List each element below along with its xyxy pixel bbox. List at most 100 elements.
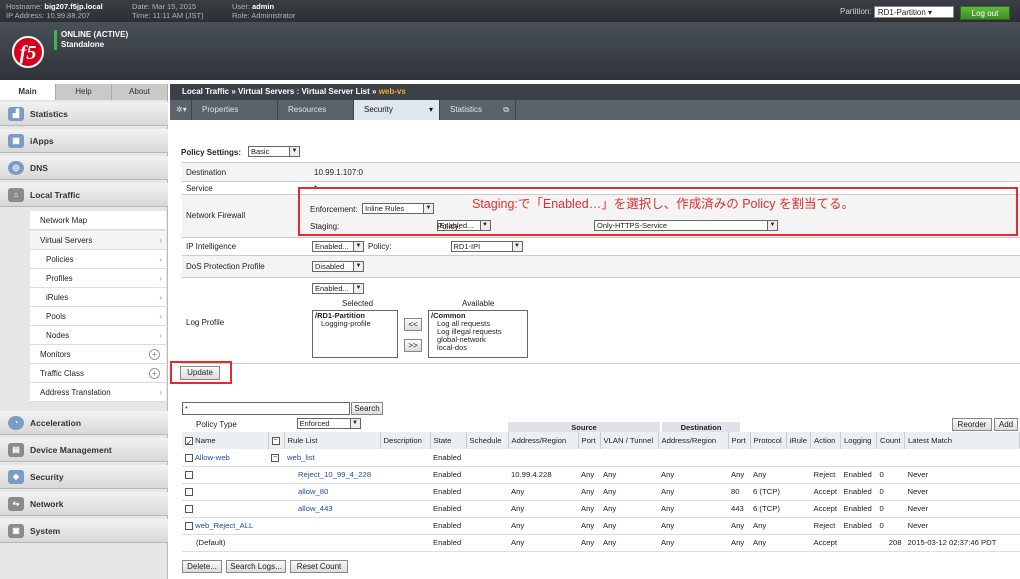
nav-statistics[interactable]: ▟ Statistics	[0, 102, 168, 126]
sidebar-item-profiles[interactable]: Profiles ›	[30, 269, 166, 288]
row-ip-intelligence: IP Intelligence Enabled... ▼ Policy: RD1-…	[182, 238, 1020, 256]
table-row[interactable]: allow_80 Enabled Any Any Any Any 80 6 (TCP) Acc…	[182, 483, 1020, 501]
row-checkbox[interactable]	[185, 470, 193, 479]
nav-iapps[interactable]: ▦ iApps	[0, 129, 168, 153]
move-left-button[interactable]: <<	[404, 318, 422, 331]
policy-type-select[interactable]: Enforced ▼	[296, 418, 361, 430]
table-row[interactable]: web_Reject_ALL Enabled Any Any Any Any Any An…	[182, 517, 1020, 535]
search-logs-button[interactable]: Search Logs...	[226, 560, 286, 573]
delete-button[interactable]: Delete...	[182, 560, 222, 573]
nav-dns[interactable]: ◎ DNS	[0, 156, 168, 180]
col-state[interactable]: State	[430, 432, 467, 449]
col-source-address[interactable]: Address/Region	[508, 432, 579, 449]
sidebar-item-monitors[interactable]: Monitors +	[30, 345, 166, 364]
banner	[0, 22, 1020, 80]
rule-search-button[interactable]: Search	[351, 402, 383, 415]
sidebar-item-address-translation[interactable]: Address Translation ›	[30, 383, 166, 402]
tab-security[interactable]: Security ▾	[354, 100, 440, 120]
gear-menu-icon[interactable]: ✲▾	[170, 100, 192, 120]
add-rule-button[interactable]: Add	[994, 418, 1018, 431]
nav-system[interactable]: ▣ System	[0, 519, 168, 543]
tab-main[interactable]: Main	[0, 84, 56, 100]
dos-profile-select[interactable]: Disabled ▼	[312, 261, 364, 273]
col-latest-match[interactable]: Latest Match	[904, 432, 1020, 449]
row-checkbox[interactable]	[185, 521, 193, 530]
col-dest-address[interactable]: Address/Region	[658, 432, 729, 449]
move-right-button[interactable]: >>	[404, 339, 422, 352]
rule-search-input[interactable]: *	[182, 402, 350, 415]
globe-icon: ◎	[8, 161, 24, 175]
row-checkbox[interactable]	[185, 504, 193, 513]
ip-intelligence-policy-select[interactable]: RD1-IPI ▼	[450, 241, 523, 253]
reset-count-button[interactable]: Reset Count	[290, 560, 348, 573]
subtabs: ✲▾ Properties Resources Security ▾ Stati…	[170, 100, 1020, 120]
apps-icon: ▦	[8, 134, 24, 148]
tab-about[interactable]: About	[112, 84, 168, 100]
reorder-button[interactable]: Reorder	[952, 418, 992, 431]
col-rule-list[interactable]: Rule List	[284, 432, 381, 449]
row-destination: Destination 10.99.1.107:0	[182, 162, 1020, 182]
table-row: (Default) Enabled Any Any Any Any Any Any Acce…	[182, 534, 1020, 552]
col-vlan[interactable]: VLAN / Tunnel	[600, 432, 659, 449]
row-checkbox[interactable]	[185, 487, 193, 496]
selected-list[interactable]: /RD1-Partition Logging-profile	[312, 310, 398, 358]
add-icon[interactable]: +	[149, 349, 160, 360]
sidebar-item-irules[interactable]: iRules ›	[30, 288, 166, 307]
device-icon: ▤	[8, 443, 24, 457]
col-schedule[interactable]: Schedule	[466, 432, 509, 449]
sidebar-item-pools[interactable]: Pools ›	[30, 307, 166, 326]
update-highlight	[170, 361, 232, 384]
partition-select[interactable]: RD1-Partition ▾	[873, 6, 954, 18]
logout-button[interactable]: Log out	[960, 6, 1010, 20]
sidebar-item-traffic-class[interactable]: Traffic Class +	[30, 364, 166, 383]
col-name[interactable]: ✓ Name	[182, 432, 269, 449]
user-info: User: admin Role: Administrator	[232, 2, 296, 20]
sidebar-item-virtual-servers[interactable]: Virtual Servers ›	[30, 231, 166, 250]
col-source-port[interactable]: Port	[578, 432, 601, 449]
col-action[interactable]: Action	[810, 432, 842, 449]
nav-network[interactable]: ⇋ Network	[0, 492, 168, 516]
col-description[interactable]: Description	[380, 432, 431, 449]
network-icon: ⇋	[8, 497, 24, 511]
popout-icon[interactable]: ⧉	[503, 100, 515, 120]
ip-intelligence-select[interactable]: Enabled... ▼	[312, 241, 364, 253]
system-icon: ▣	[8, 524, 24, 538]
gauge-icon: ◔	[8, 416, 24, 430]
partition-selector[interactable]: Partition: RD1-Partition ▾	[840, 6, 954, 18]
table-row[interactable]: Reject_10_99_4_228 Enabled 10.99.4.228 Any…	[182, 466, 1020, 484]
row-checkbox[interactable]	[185, 453, 193, 462]
table-row[interactable]: allow_443 Enabled Any Any Any Any 443 6 (TCP) A…	[182, 500, 1020, 518]
policy-settings: Policy Settings:	[181, 148, 242, 157]
local-traffic-icon: ⌂	[8, 188, 24, 202]
sidebar-tabs: Main Help About	[0, 84, 168, 100]
col-dest-port[interactable]: Port	[728, 432, 751, 449]
sidebar-item-policies[interactable]: Policies ›	[30, 250, 166, 269]
col-count[interactable]: Count	[876, 432, 906, 449]
breadcrumb: Local Traffic » Virtual Servers : Virtua…	[170, 84, 1020, 100]
sidebar-item-network-map[interactable]: Network Map	[30, 211, 166, 230]
table-row[interactable]: Allow-web − web_list Enabled	[182, 449, 1020, 467]
available-list[interactable]: /Common Log all requests Log illegal req…	[428, 310, 528, 358]
sidebar: Main Help About ▟ Statistics ▦ iApps ◎ DNS …	[0, 84, 168, 579]
breadcrumb-current[interactable]: web-vs	[379, 87, 406, 96]
col-protocol[interactable]: Protocol	[750, 432, 787, 449]
destination-value: 10.99.1.107:0	[314, 168, 363, 177]
rules-header-row: ✓ Name − Rule List Description State Sch…	[182, 432, 1020, 449]
tab-properties[interactable]: Properties	[192, 100, 278, 120]
nav-device-management[interactable]: ▤ Device Management	[0, 438, 168, 462]
collapse-icon[interactable]: −	[271, 453, 279, 462]
log-profile-select[interactable]: Enabled... ▼	[312, 283, 364, 295]
collapse-all-icon[interactable]: −	[268, 432, 285, 449]
nav-security[interactable]: ◈ Security	[0, 465, 168, 489]
col-irule[interactable]: iRule	[786, 432, 812, 449]
tab-statistics[interactable]: Statistics ⧉	[440, 100, 516, 120]
sidebar-item-nodes[interactable]: Nodes ›	[30, 326, 166, 345]
policy-settings-select[interactable]: Basic ▼	[248, 146, 300, 158]
tab-help[interactable]: Help	[56, 84, 112, 100]
date-info: Date: Mar 15, 2015 Time: 11:11 AM (JST)	[132, 2, 204, 20]
nav-acceleration[interactable]: ◔ Acceleration	[0, 411, 168, 435]
nav-local-traffic[interactable]: ⌂ Local Traffic	[0, 183, 168, 207]
add-icon[interactable]: +	[149, 368, 160, 379]
tab-resources[interactable]: Resources	[278, 100, 354, 120]
col-logging[interactable]: Logging	[840, 432, 878, 449]
